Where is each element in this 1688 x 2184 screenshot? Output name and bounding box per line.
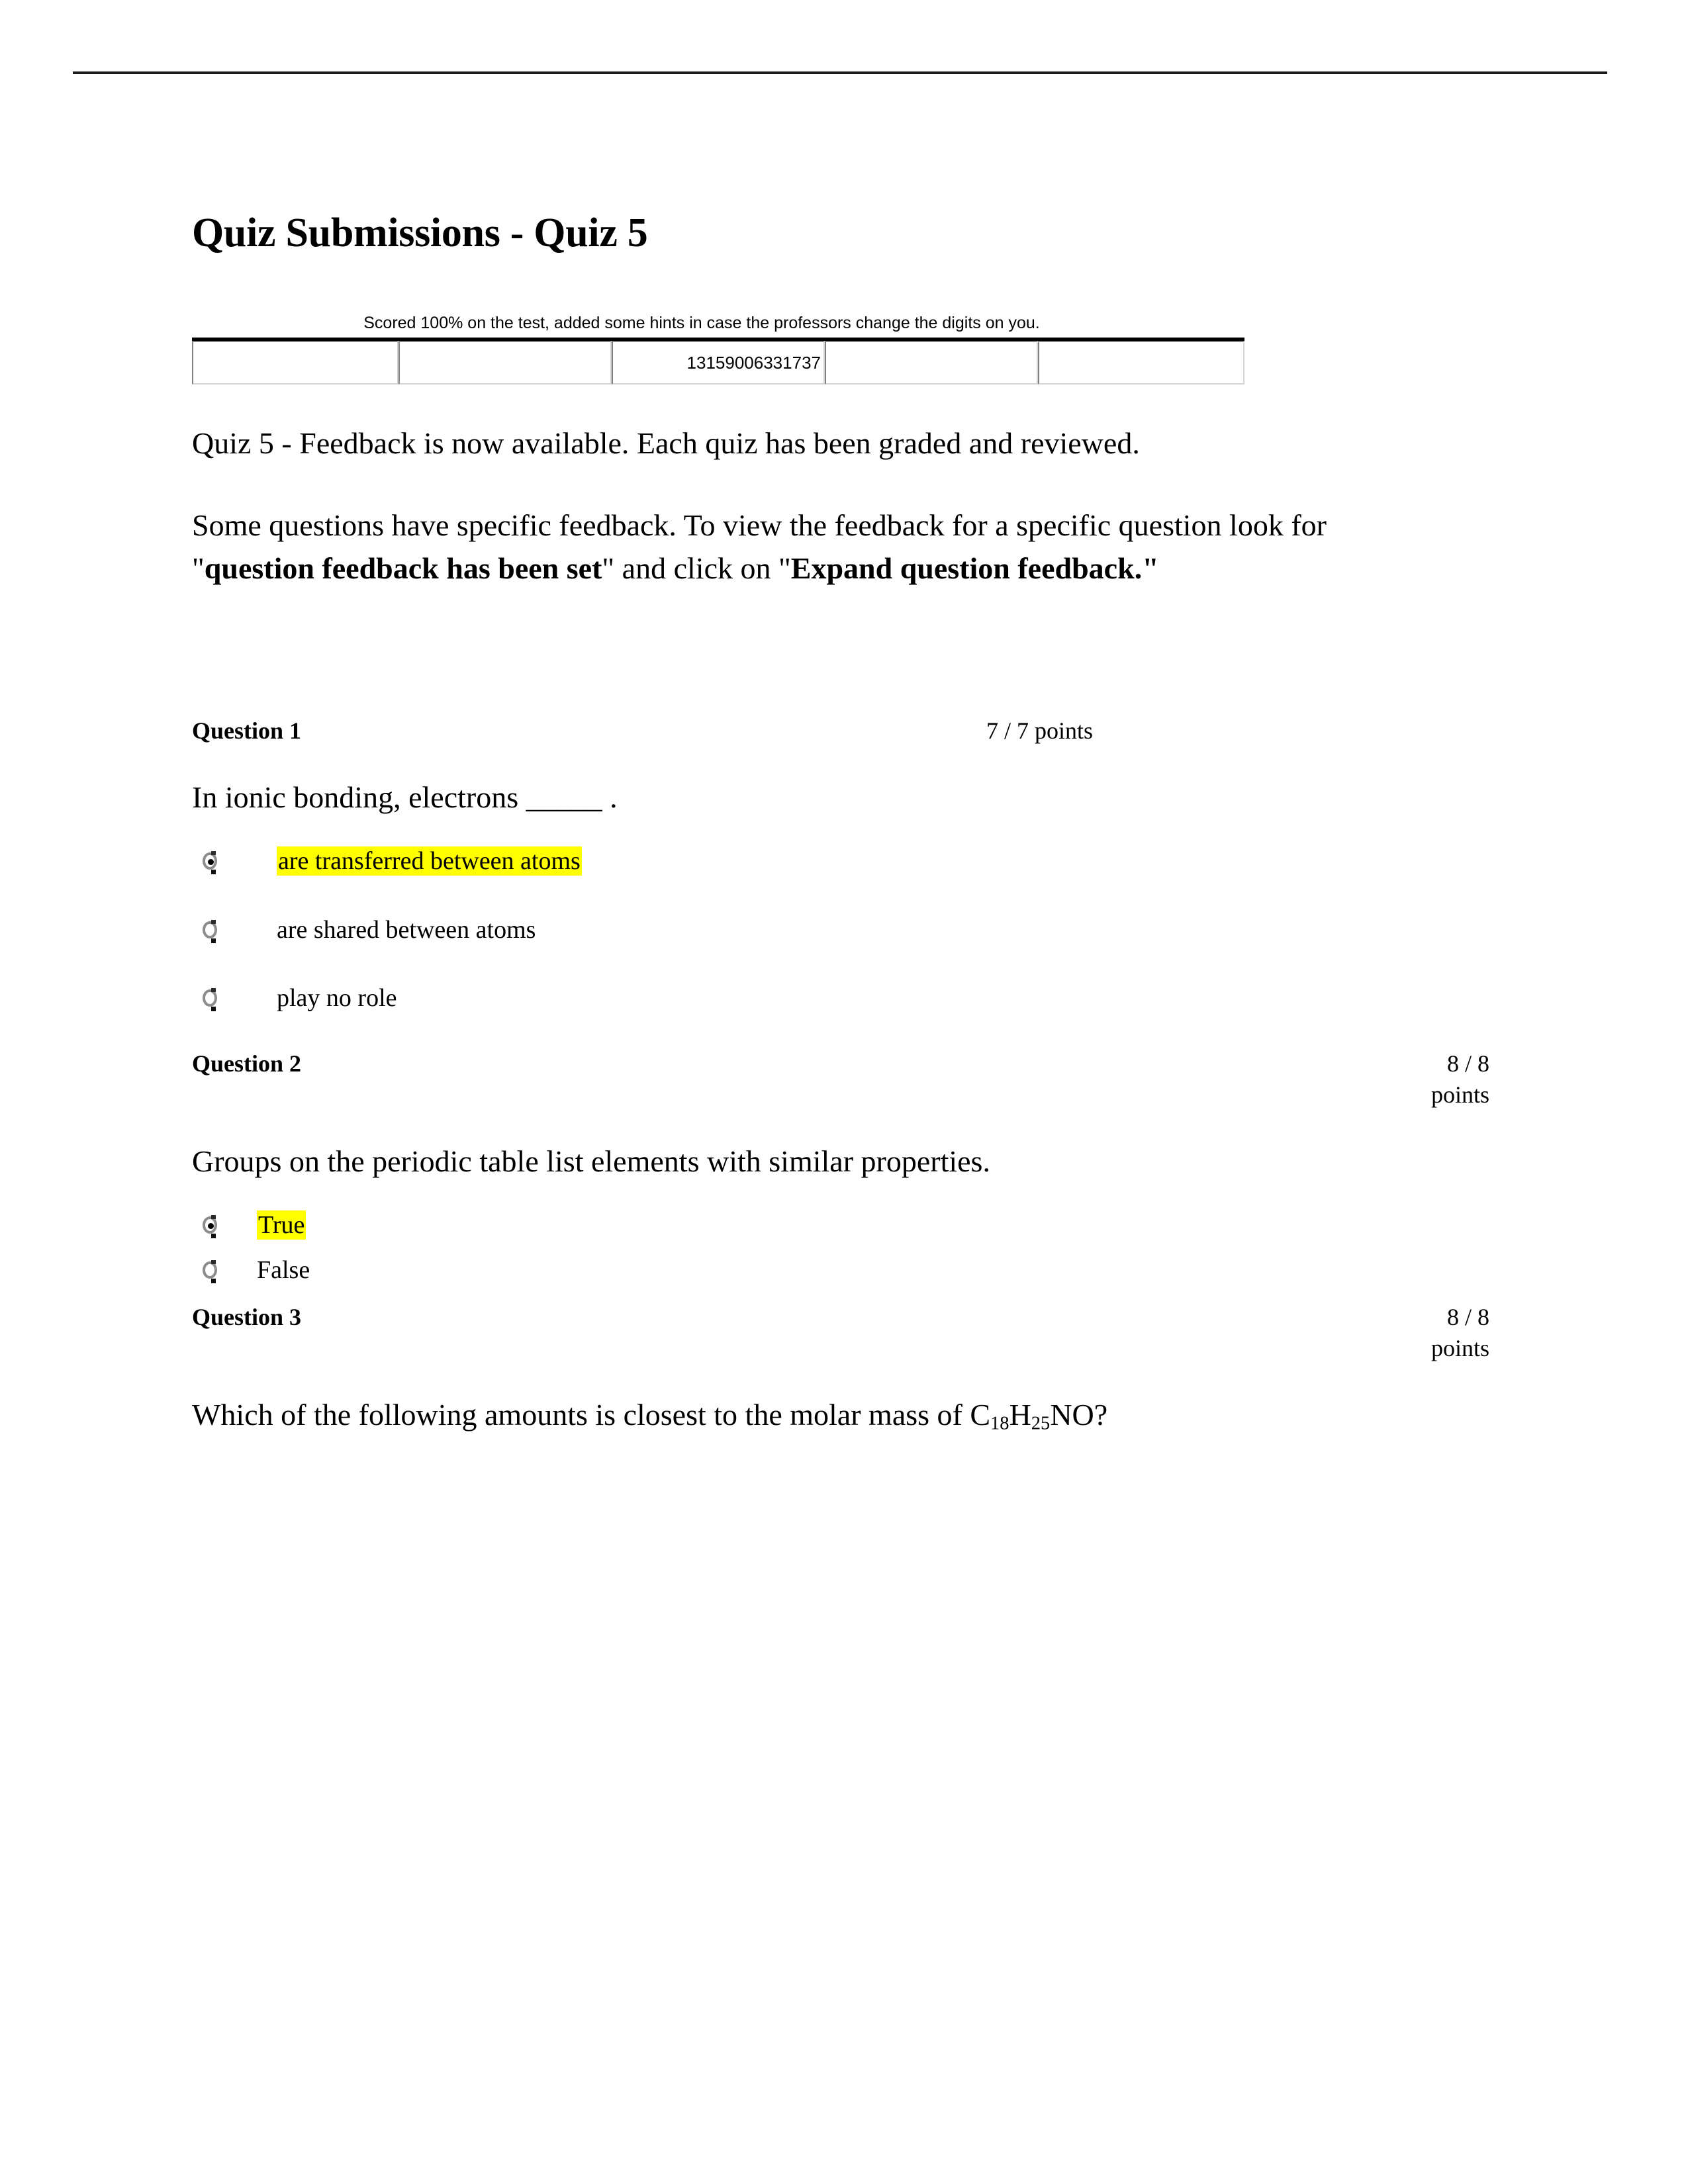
option-row[interactable]: play no role [192, 983, 1489, 1014]
option-highlight: True [257, 1210, 306, 1240]
radio-selected-icon[interactable] [203, 1215, 221, 1239]
radio-unselected-icon[interactable] [203, 988, 221, 1012]
intro-p2-bold2: Expand question feedback [790, 551, 1135, 585]
question-3-text: Which of the following amounts is closes… [192, 1394, 1489, 1437]
question-3-header: Question 3 8 / 8 points [192, 1302, 1489, 1365]
radio-unselected-icon[interactable] [203, 919, 221, 943]
option-label: play no role [277, 984, 397, 1013]
option-label: True [257, 1210, 306, 1241]
hint-table: 13159006331737 [192, 338, 1244, 385]
question-1-points: 7 / 7 points [986, 717, 1094, 745]
hint-note-text: Scored 100% on the test, added some hint… [363, 314, 1040, 333]
intro-paragraph-1: Quiz 5 - Feedback is now available. Each… [192, 426, 1140, 461]
hint-cell-1[interactable] [192, 341, 399, 385]
option-row[interactable]: are transferred between atoms [192, 846, 1489, 877]
option-highlight: are transferred between atoms [277, 846, 582, 876]
question-3-subscript-1: 18 [990, 1412, 1009, 1433]
hint-note-block: Scored 100% on the test, added some hint… [192, 313, 1244, 385]
question-1-options: are transferred between atoms are shared… [192, 846, 1489, 1014]
radio-selected-icon[interactable] [203, 850, 221, 874]
question-2-points: 8 / 8 points [1430, 1050, 1489, 1109]
question-3-text-mid: H [1009, 1397, 1031, 1432]
question-3-label: Question 3 [192, 1303, 302, 1330]
hint-cell-3[interactable]: 13159006331737 [612, 341, 825, 385]
question-1-label: Question 1 [192, 717, 302, 745]
option-row[interactable]: True [192, 1210, 1489, 1241]
option-label: False [257, 1255, 310, 1284]
question-2-text: Groups on the periodic table list elemen… [192, 1144, 990, 1178]
intro-p2-part2: " and click on " [602, 551, 791, 585]
question-3-text-suffix: NO? [1050, 1397, 1108, 1432]
question-3-subscript-2: 25 [1031, 1412, 1051, 1433]
question-2-header: Question 2 8 / 8 points [192, 1048, 1489, 1111]
document-content: Quiz Submissions - Quiz 5 Scored 100% on… [192, 210, 1489, 1437]
question-2-options: True False [192, 1210, 1489, 1285]
hint-cell-5[interactable] [1038, 341, 1244, 385]
question-3-text-prefix: Which of the following amounts is closes… [192, 1397, 991, 1432]
document-page: Quiz Submissions - Quiz 5 Scored 100% on… [0, 0, 1688, 2184]
question-3-points: 8 / 8 points [1430, 1303, 1489, 1362]
radio-unselected-icon[interactable] [203, 1259, 221, 1283]
intro-p2-part3: ." [1134, 551, 1159, 585]
option-row[interactable]: False [192, 1255, 1489, 1286]
intro-paragraph-2: Some questions have specific feedback. T… [192, 504, 1430, 590]
option-label: are shared between atoms [277, 915, 536, 944]
hint-cell-4[interactable] [825, 341, 1038, 385]
page-title: Quiz Submissions - Quiz 5 [192, 210, 648, 255]
question-1-text: In ionic bonding, electrons _____ . [192, 780, 618, 814]
header-divider [73, 71, 1607, 74]
option-row[interactable]: are shared between atoms [192, 915, 1489, 946]
question-1-header: Question 1 7 / 7 points [192, 715, 1489, 747]
intro-p2-bold1: question feedback has been set [204, 551, 602, 585]
table-row: 13159006331737 [192, 341, 1244, 385]
option-label: are transferred between atoms [277, 846, 582, 877]
question-2-label: Question 2 [192, 1050, 302, 1077]
hint-cell-2[interactable] [399, 341, 612, 385]
